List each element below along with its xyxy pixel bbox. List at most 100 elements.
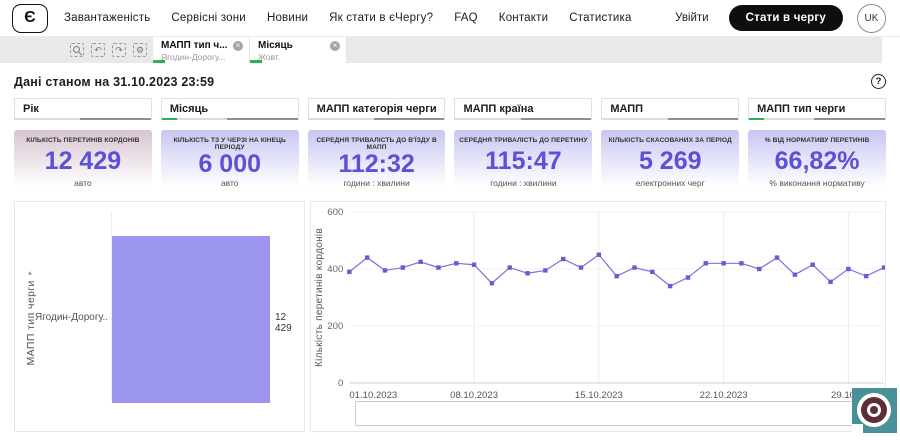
- data-point-marker[interactable]: [561, 257, 565, 261]
- filter-chip-value: Жовт.: [258, 52, 340, 62]
- kpi-card-value: 115:47: [485, 149, 561, 174]
- nav-link[interactable]: Як стати в єЧергу?: [329, 12, 433, 24]
- echerha-logo-icon[interactable]: Є: [12, 4, 48, 33]
- filter-select-4[interactable]: МАПП країна: [454, 98, 592, 120]
- x-tick-label: 22.10.2023: [700, 390, 748, 401]
- nav-link[interactable]: Контакти: [499, 12, 548, 24]
- filter-underline-dark: [80, 118, 151, 120]
- kpi-card-value: 66,82%: [775, 149, 860, 174]
- data-point-marker[interactable]: [721, 261, 725, 265]
- y-tick-label: 200: [327, 321, 343, 332]
- data-point-marker[interactable]: [508, 265, 512, 269]
- line-chart-panel: 0200400600Кількість перетинів кордонів01…: [310, 201, 886, 432]
- nav: Завантаженість Сервісні зони Новини Як стат…: [64, 12, 632, 24]
- nav-link[interactable]: FAQ: [454, 12, 478, 24]
- data-point-marker[interactable]: [846, 267, 850, 271]
- filter-underline-dark: [668, 118, 739, 120]
- close-icon[interactable]: ×: [330, 41, 340, 51]
- filter-select-label: МАПП країна: [463, 103, 533, 115]
- kpi-card: КІЛЬКІСТЬ ТЗ У ЧЕРЗІ НА КІНЕЦЬ ПЕРІОДУ 6…: [161, 130, 299, 194]
- filter-select-3[interactable]: МАПП категорія черги: [308, 98, 446, 120]
- filter-underline-green: [162, 118, 177, 120]
- data-point-marker[interactable]: [579, 265, 583, 269]
- kpi-card-unit: години : хвилини: [343, 178, 409, 188]
- x-tick-label: 08.10.2023: [450, 390, 498, 401]
- filter-chip[interactable]: МАПП тип ч... × Ягодин-Дорогу...: [153, 37, 250, 63]
- bar-category-label: Ягодин-Дорогу...: [35, 312, 108, 323]
- filter-select-label: Рік: [23, 103, 39, 115]
- kpi-card-value: 112:32: [338, 152, 414, 177]
- login-link[interactable]: Увійти: [675, 12, 708, 24]
- x-tick-label: 01.10.2023: [349, 390, 397, 401]
- filter-select-5[interactable]: МАПП: [601, 98, 739, 120]
- nav-link[interactable]: Статистика: [569, 12, 631, 24]
- line-series: [349, 255, 884, 286]
- kpi-card: КІЛЬКІСТЬ ПЕРЕТИНІВ КОРДОНІВ 12 429 авто: [14, 130, 152, 194]
- filter-chip-header: МАПП тип ч... ×: [161, 40, 243, 51]
- kpi-card-value: 6 000: [198, 152, 261, 177]
- nav-link[interactable]: Сервісні зони: [171, 12, 246, 24]
- data-point-marker[interactable]: [739, 261, 743, 265]
- filter-select-2[interactable]: Місяць: [161, 98, 299, 120]
- language-switcher[interactable]: UK: [857, 4, 886, 33]
- data-point-marker[interactable]: [828, 280, 832, 284]
- join-queue-button[interactable]: Стати в чергу: [729, 5, 843, 31]
- data-point-marker[interactable]: [490, 281, 494, 285]
- data-point-marker[interactable]: [436, 265, 440, 269]
- data-point-marker[interactable]: [472, 263, 476, 267]
- data-point-marker[interactable]: [882, 265, 885, 269]
- filters: Рік Місяць МАПП категорія черги МАПП кра…: [0, 98, 900, 120]
- kpi-card-unit: авто: [74, 178, 92, 188]
- data-point-marker[interactable]: [810, 263, 814, 267]
- filter-chip[interactable]: Місяць × Жовт.: [250, 37, 347, 63]
- kpi-card-value: 12 429: [45, 149, 121, 174]
- data-point-marker[interactable]: [632, 265, 636, 269]
- filter-select-label: МАПП: [610, 103, 643, 115]
- close-icon[interactable]: ×: [233, 41, 243, 51]
- data-point-marker[interactable]: [686, 275, 690, 279]
- data-point-marker[interactable]: [757, 267, 761, 271]
- bar-chart-panel: МАПП тип черги ▾ Ягодин-Дорогу... 12 429: [14, 201, 305, 432]
- watermark-dot: [870, 406, 878, 414]
- zoom-selection-icon[interactable]: [70, 43, 84, 57]
- filter-select-label: МАПП категорія черги: [317, 103, 437, 115]
- y-tick-label: 400: [327, 264, 343, 275]
- watermark-notch: [852, 424, 863, 433]
- data-point-marker[interactable]: [543, 268, 547, 272]
- data-point-marker[interactable]: [864, 274, 868, 278]
- time-range-slider[interactable]: [355, 401, 879, 426]
- data-point-marker[interactable]: [347, 270, 351, 274]
- y-tick-label: 600: [327, 207, 343, 218]
- data-point-marker[interactable]: [793, 273, 797, 277]
- filter-underline-dark: [814, 118, 885, 120]
- nav-link[interactable]: Завантаженість: [64, 12, 150, 24]
- data-point-marker[interactable]: [525, 271, 529, 275]
- data-point-marker[interactable]: [597, 253, 601, 257]
- nav-link[interactable]: Новини: [267, 12, 308, 24]
- data-point-marker[interactable]: [401, 265, 405, 269]
- data-point-marker[interactable]: [365, 255, 369, 259]
- toolbar-icons: ↶ ↷ ⚙: [0, 37, 153, 63]
- undo-icon[interactable]: ↶: [91, 43, 105, 57]
- data-point-marker[interactable]: [614, 274, 618, 278]
- sort-arrow-icon: ▾: [27, 268, 34, 276]
- filter-chip-header: Місяць ×: [258, 40, 340, 51]
- bar-series-rect[interactable]: [112, 236, 270, 403]
- filter-select-6[interactable]: МАПП тип черги: [748, 98, 886, 120]
- help-icon[interactable]: ?: [871, 74, 886, 89]
- data-point-marker[interactable]: [775, 255, 779, 259]
- redo-icon[interactable]: ↷: [112, 43, 126, 57]
- filter-chip-value: Ягодин-Дорогу...: [161, 52, 243, 62]
- kpi-card-unit: години : хвилини: [490, 178, 556, 188]
- data-point-marker[interactable]: [454, 261, 458, 265]
- data-point-marker[interactable]: [650, 270, 654, 274]
- data-point-marker[interactable]: [668, 284, 672, 288]
- line-chart-svg: 0200400600Кількість перетинів кордонів01…: [311, 202, 885, 404]
- settings-icon[interactable]: ⚙: [133, 43, 147, 57]
- data-point-marker[interactable]: [418, 260, 422, 264]
- filter-underline-dark: [374, 118, 445, 120]
- x-tick-label: 15.10.2023: [575, 390, 623, 401]
- filter-select-1[interactable]: Рік: [14, 98, 152, 120]
- data-point-marker[interactable]: [383, 268, 387, 272]
- data-point-marker[interactable]: [704, 261, 708, 265]
